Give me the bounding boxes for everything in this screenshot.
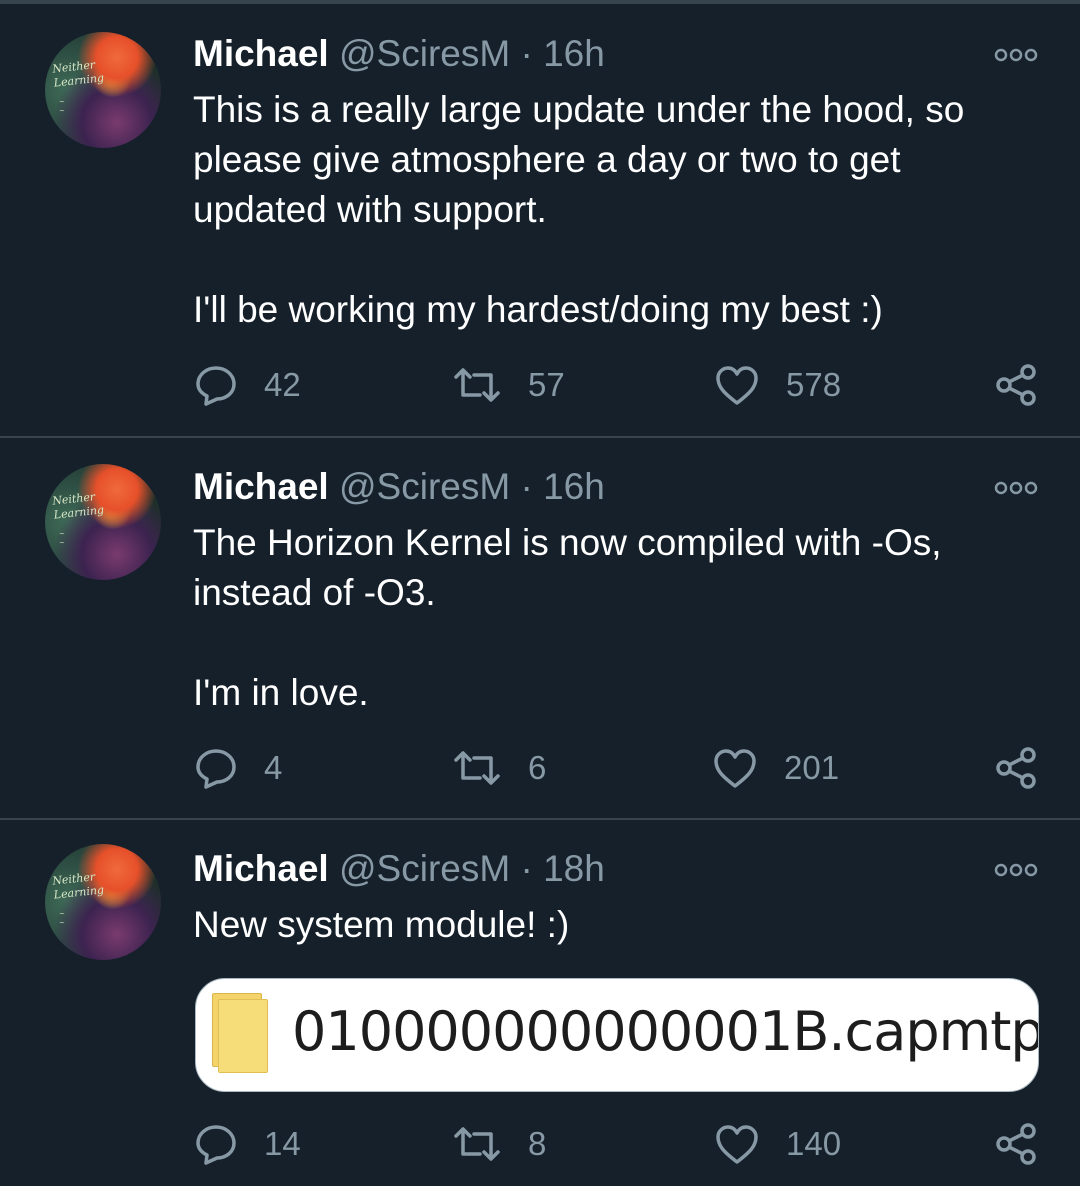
reply-icon xyxy=(196,1125,236,1165)
like-button[interactable]: 578 xyxy=(714,361,841,409)
like-button[interactable]: 201 xyxy=(712,744,839,792)
avatar[interactable]: Neither Learning ~ ~ xyxy=(45,464,161,580)
display-name[interactable]: Michael xyxy=(193,33,329,74)
retweet-icon xyxy=(454,751,500,785)
tweet-header: Michael @SciresM · 16h xyxy=(193,465,605,509)
retweet-count: 57 xyxy=(528,366,565,403)
reply-count: 14 xyxy=(264,1125,301,1162)
like-icon xyxy=(716,366,758,405)
reply-button[interactable]: 42 xyxy=(194,361,301,409)
reply-button[interactable]: 4 xyxy=(194,744,282,792)
reply-button[interactable]: 14 xyxy=(194,1120,301,1168)
more-icon[interactable] xyxy=(994,48,1038,62)
tweet-header: Michael @SciresM · 16h xyxy=(193,32,605,76)
avatar-art-text: Neither Learning xyxy=(51,870,105,902)
more-icon[interactable] xyxy=(994,481,1038,495)
share-icon xyxy=(996,364,1036,406)
display-name[interactable]: Michael xyxy=(193,848,329,889)
share-button[interactable] xyxy=(994,744,1038,792)
avatar[interactable]: Neither Learning ~ ~ xyxy=(45,32,161,148)
more-icon[interactable] xyxy=(994,863,1038,877)
display-name[interactable]: Michael xyxy=(193,466,329,507)
retweet-count: 8 xyxy=(528,1125,547,1162)
separator-dot: · xyxy=(520,33,533,74)
reply-count: 42 xyxy=(264,366,301,403)
retweet-button[interactable]: 8 xyxy=(452,1120,546,1168)
retweet-count: 6 xyxy=(528,749,547,786)
user-handle[interactable]: @SciresM xyxy=(339,848,510,889)
user-handle[interactable]: @SciresM xyxy=(339,466,510,507)
tweet-text: New system module! :) xyxy=(193,904,570,945)
tweet-actions: 4 6 201 xyxy=(0,744,1080,792)
timestamp[interactable]: 16h xyxy=(543,466,605,507)
retweet-button[interactable]: 57 xyxy=(452,361,565,409)
reply-count: 4 xyxy=(264,749,283,786)
timestamp[interactable]: 16h xyxy=(543,33,605,74)
attachment-filename: 010000000000001B.capmtp xyxy=(292,1000,1039,1063)
reply-icon xyxy=(196,749,236,789)
folder-icon xyxy=(212,993,268,1073)
tweet-actions: 14 8 140 xyxy=(0,1120,1080,1168)
tweet-header: Michael @SciresM · 18h xyxy=(193,847,605,891)
share-icon xyxy=(996,1123,1036,1165)
share-icon xyxy=(996,747,1036,789)
image-attachment[interactable]: 010000000000001B.capmtp xyxy=(195,978,1039,1092)
tweet[interactable]: Neither Learning ~ ~ Michael @SciresM · 18… xyxy=(0,820,1080,1186)
timestamp[interactable]: 18h xyxy=(543,848,605,889)
separator-dot: · xyxy=(520,848,533,889)
share-button[interactable] xyxy=(994,361,1038,409)
retweet-button[interactable]: 6 xyxy=(452,744,546,792)
like-icon xyxy=(714,749,756,788)
separator-dot: · xyxy=(520,466,533,507)
tweet-actions: 42 57 578 xyxy=(0,361,1080,409)
tweet-text: This is a really large update under the … xyxy=(193,89,965,330)
like-button[interactable]: 140 xyxy=(714,1120,841,1168)
share-button[interactable] xyxy=(994,1120,1038,1168)
reply-icon xyxy=(196,366,236,406)
retweet-icon xyxy=(454,1127,500,1161)
avatar[interactable]: Neither Learning ~ ~ xyxy=(45,844,161,960)
retweet-icon xyxy=(454,368,500,402)
like-count: 201 xyxy=(784,749,840,786)
tweet[interactable]: Neither Learning ~ ~ Michael @SciresM · 16… xyxy=(0,438,1080,818)
like-count: 578 xyxy=(786,366,842,403)
user-handle[interactable]: @SciresM xyxy=(339,33,510,74)
like-count: 140 xyxy=(786,1125,842,1162)
tweet-text: The Horizon Kernel is now compiled with … xyxy=(193,522,942,713)
avatar-art-text: Neither Learning xyxy=(51,490,105,522)
like-icon xyxy=(716,1125,758,1164)
tweet[interactable]: Neither Learning ~ ~ Michael @SciresM · 16… xyxy=(0,0,1080,436)
avatar-art-text: Neither Learning xyxy=(51,58,105,90)
